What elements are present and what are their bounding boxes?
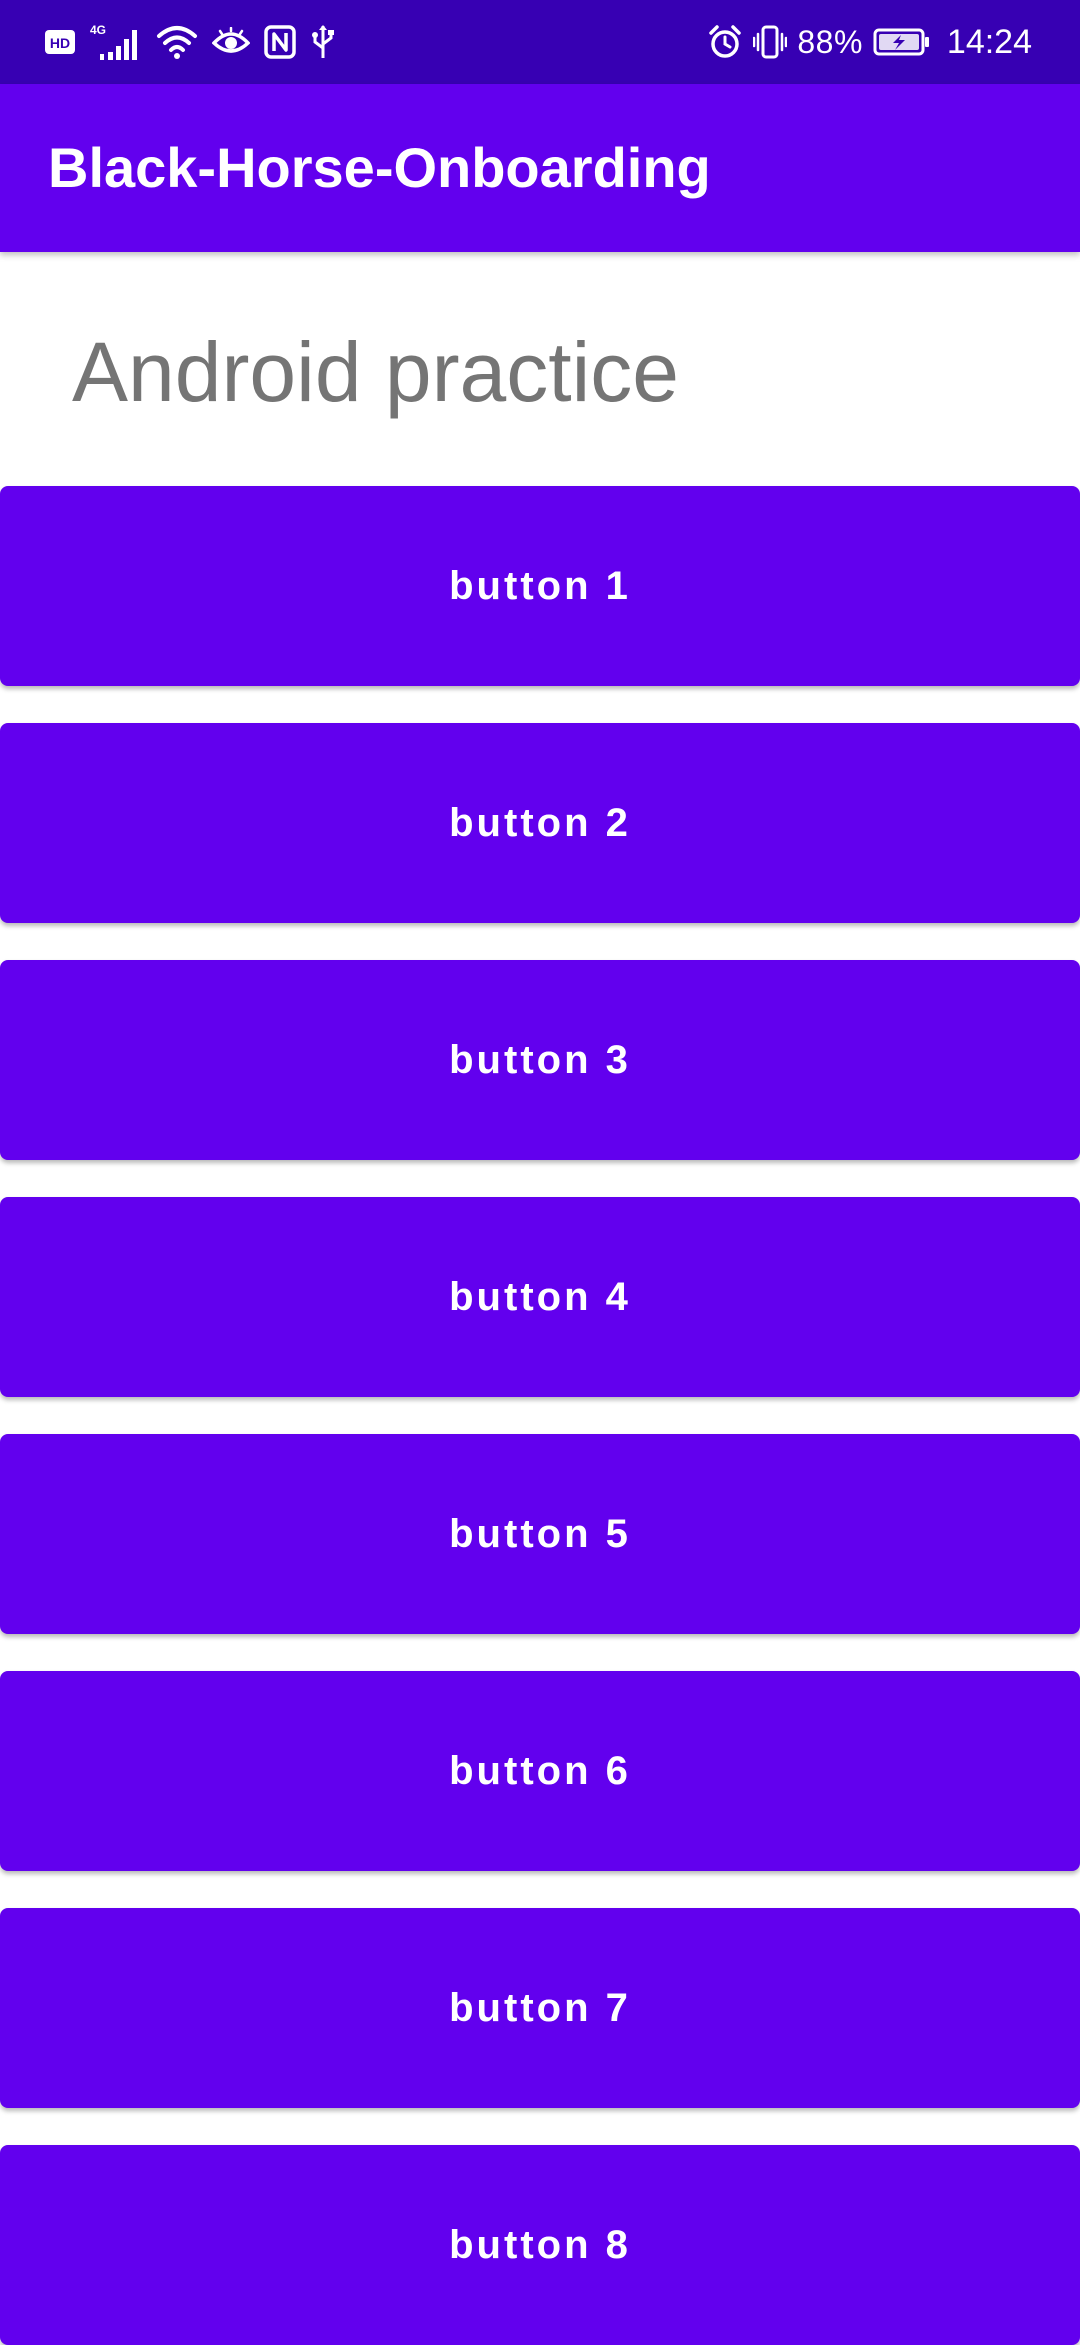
svg-text:4G: 4G [90, 23, 106, 37]
battery-charging-icon [873, 27, 931, 57]
vibrate-icon [753, 24, 788, 60]
button-7[interactable]: button 7 [0, 1908, 1080, 2108]
status-bar: HD 4G 88% 14:24 [0, 0, 1080, 84]
wifi-icon [156, 24, 198, 60]
nfc-icon [264, 25, 296, 59]
status-bar-right: 88% 14:24 [707, 0, 1032, 84]
eye-comfort-icon [212, 27, 250, 57]
button-8[interactable]: button 8 [0, 2145, 1080, 2345]
alarm-icon [707, 24, 743, 60]
hd-icon: HD [44, 28, 76, 56]
button-2[interactable]: button 2 [0, 723, 1080, 923]
status-bar-left: HD 4G [44, 0, 336, 84]
clock: 14:24 [946, 22, 1032, 61]
4g-signal-icon: 4G [90, 22, 142, 62]
svg-text:HD: HD [50, 35, 70, 51]
app-bar: Black-Horse-Onboarding [0, 84, 1080, 252]
button-4[interactable]: button 4 [0, 1197, 1080, 1397]
page-heading: Android practice [72, 325, 679, 419]
button-5[interactable]: button 5 [0, 1434, 1080, 1634]
battery-percent: 88% [797, 23, 863, 60]
usb-icon [310, 24, 336, 60]
button-3[interactable]: button 3 [0, 960, 1080, 1160]
app-title: Black-Horse-Onboarding [48, 136, 711, 199]
button-1[interactable]: button 1 [0, 486, 1080, 686]
button-6[interactable]: button 6 [0, 1671, 1080, 1871]
